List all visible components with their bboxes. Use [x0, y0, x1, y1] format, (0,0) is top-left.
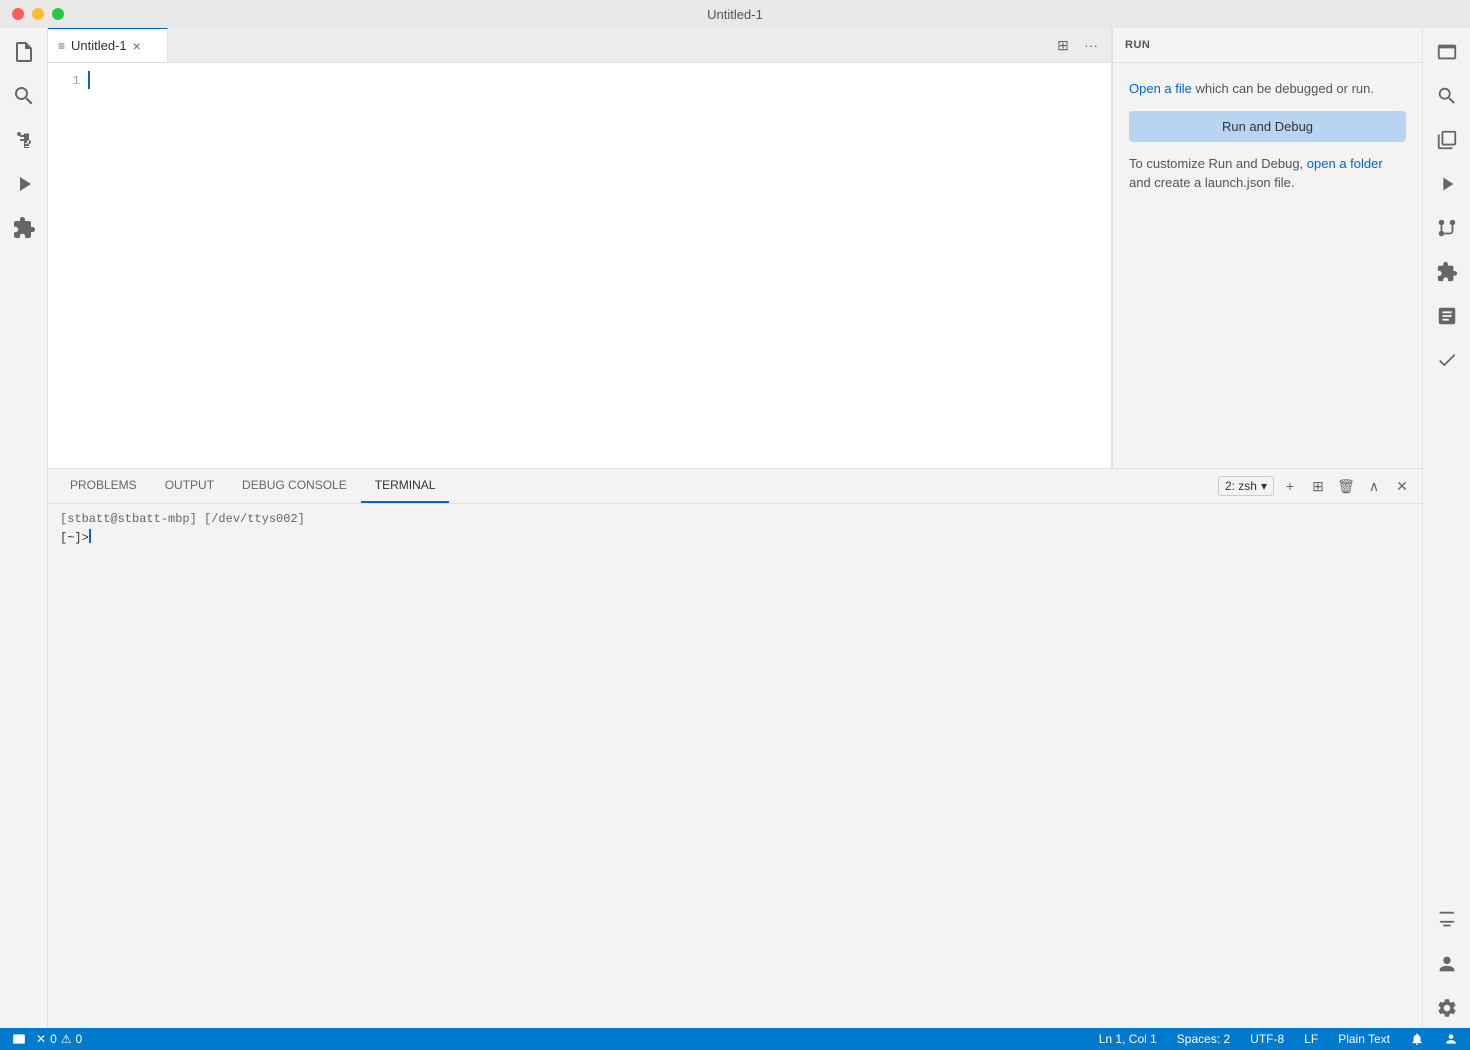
run-right-icon[interactable]	[1427, 164, 1467, 204]
add-terminal-button[interactable]: +	[1278, 474, 1302, 498]
line-ending[interactable]: LF	[1300, 1032, 1322, 1046]
terminal-line-1: [stbatt@stbatt-mbp] [/dev/ttys002]	[60, 510, 1410, 529]
content-area: ≡ Untitled-1 × ⊞ ··· 1	[48, 28, 1470, 1028]
maximize-button[interactable]	[52, 8, 64, 20]
terminal-content[interactable]: [stbatt@stbatt-mbp] [/dev/ttys002] [~]>	[48, 504, 1422, 588]
indentation[interactable]: Spaces: 2	[1173, 1032, 1234, 1046]
editor-textarea[interactable]	[88, 63, 1111, 468]
terminal-cursor	[89, 529, 91, 543]
terminal-line-2: [~]>	[60, 529, 1410, 548]
editor-pane: ≡ Untitled-1 × ⊞ ··· 1	[48, 28, 1112, 468]
status-right: Ln 1, Col 1 Spaces: 2 UTF-8 LF Plain Tex…	[1095, 1032, 1462, 1046]
panel-tab-actions: 2: zsh ▾ + ⊞ 🗑 ∧ ✕	[1218, 474, 1422, 498]
delete-terminal-button[interactable]: 🗑	[1334, 474, 1358, 498]
tab-actions: ⊞ ···	[1051, 28, 1111, 62]
run-panel-content: Open a file which can be debugged or run…	[1113, 63, 1422, 209]
run-panel-description: Open a file which can be debugged or run…	[1129, 79, 1406, 99]
terminal-user-host: [stbatt@stbatt-mbp] [/dev/ttys002]	[60, 510, 305, 529]
extensions-right-icon[interactable]	[1427, 252, 1467, 292]
activity-bar	[0, 28, 48, 1028]
encoding[interactable]: UTF-8	[1246, 1032, 1288, 1046]
terminal-panel-icon[interactable]	[1427, 900, 1467, 940]
more-actions-button[interactable]: ···	[1079, 33, 1103, 57]
run-panel: RUN Open a file which can be debugged or…	[1112, 28, 1422, 468]
panel-tabs: PROBLEMS OUTPUT DEBUG CONSOLE TERMINAL 2…	[48, 469, 1422, 504]
tab-bar: ≡ Untitled-1 × ⊞ ···	[48, 28, 1111, 63]
run-customize-description: To customize Run and Debug, open a folde…	[1129, 154, 1406, 193]
split-editor-button[interactable]: ⊞	[1051, 33, 1075, 57]
maximize-panel-button[interactable]: ∧	[1362, 474, 1386, 498]
timeline-icon[interactable]	[1427, 120, 1467, 160]
warning-icon: ⚠	[61, 1032, 72, 1046]
run-panel-header: RUN	[1113, 28, 1422, 63]
minimize-button[interactable]	[32, 8, 44, 20]
titlebar: Untitled-1	[0, 0, 1470, 28]
terminal-prompt: [~]>	[60, 529, 89, 548]
search-icon[interactable]	[4, 76, 44, 116]
notifications-icon[interactable]	[1406, 1032, 1428, 1046]
split-terminal-button[interactable]: ⊞	[1306, 474, 1330, 498]
remote-explorer-icon[interactable]	[1427, 32, 1467, 72]
source-control-icon[interactable]	[4, 120, 44, 160]
errors-warnings[interactable]: ✕ 0 ⚠ 0	[36, 1032, 82, 1046]
error-count: 0	[50, 1032, 57, 1046]
below-panel-area	[48, 588, 1422, 1028]
bottom-panel: PROBLEMS OUTPUT DEBUG CONSOLE TERMINAL 2…	[48, 468, 1422, 588]
warning-count: 0	[76, 1032, 83, 1046]
run-debug-activity-icon[interactable]	[4, 164, 44, 204]
search-right-icon[interactable]	[1427, 76, 1467, 116]
extensions-icon[interactable]	[4, 208, 44, 248]
status-left: ✕ 0 ⚠ 0	[8, 1032, 82, 1046]
chevron-down-icon: ▾	[1261, 479, 1267, 493]
editor-container: ≡ Untitled-1 × ⊞ ··· 1	[48, 28, 1422, 468]
run-and-debug-button[interactable]: Run and Debug	[1129, 111, 1406, 142]
test-icon[interactable]	[1427, 340, 1467, 380]
language-mode[interactable]: Plain Text	[1334, 1032, 1394, 1046]
editor-tab-untitled[interactable]: ≡ Untitled-1 ×	[48, 28, 168, 62]
open-file-link[interactable]: Open a file	[1129, 81, 1192, 96]
line-numbers: 1	[48, 63, 88, 468]
error-icon: ✕	[36, 1032, 46, 1046]
traffic-lights	[12, 8, 64, 20]
right-sidebar	[1422, 28, 1470, 1028]
main-layout: ≡ Untitled-1 × ⊞ ··· 1	[0, 28, 1470, 1028]
tab-debug-console[interactable]: DEBUG CONSOLE	[228, 469, 361, 503]
explorer-icon[interactable]	[4, 32, 44, 72]
editor-panel-area: ≡ Untitled-1 × ⊞ ··· 1	[48, 28, 1422, 1028]
close-panel-button[interactable]: ✕	[1390, 474, 1414, 498]
tab-problems[interactable]: PROBLEMS	[56, 469, 151, 503]
tab-close-button[interactable]: ×	[133, 39, 141, 53]
window-title: Untitled-1	[707, 7, 763, 22]
editor-content[interactable]: 1	[48, 63, 1111, 468]
tab-output[interactable]: OUTPUT	[151, 469, 228, 503]
status-bar: ✕ 0 ⚠ 0 Ln 1, Col 1 Spaces: 2 UTF-8 LF P…	[0, 1028, 1470, 1050]
terminal-selector[interactable]: 2: zsh ▾	[1218, 476, 1274, 496]
cursor-line	[88, 71, 1111, 89]
remote-status-item[interactable]	[8, 1032, 30, 1046]
tab-label: Untitled-1	[71, 38, 127, 53]
account-icon[interactable]	[1427, 944, 1467, 984]
close-button[interactable]	[12, 8, 24, 20]
account-status-icon[interactable]	[1440, 1032, 1462, 1046]
text-cursor	[88, 71, 90, 89]
notebook-icon[interactable]	[1427, 296, 1467, 336]
cursor-position[interactable]: Ln 1, Col 1	[1095, 1032, 1161, 1046]
settings-icon[interactable]	[1427, 988, 1467, 1028]
git-icon[interactable]	[1427, 208, 1467, 248]
open-folder-link[interactable]: open a folder	[1307, 156, 1383, 171]
tab-terminal[interactable]: TERMINAL	[361, 469, 450, 503]
